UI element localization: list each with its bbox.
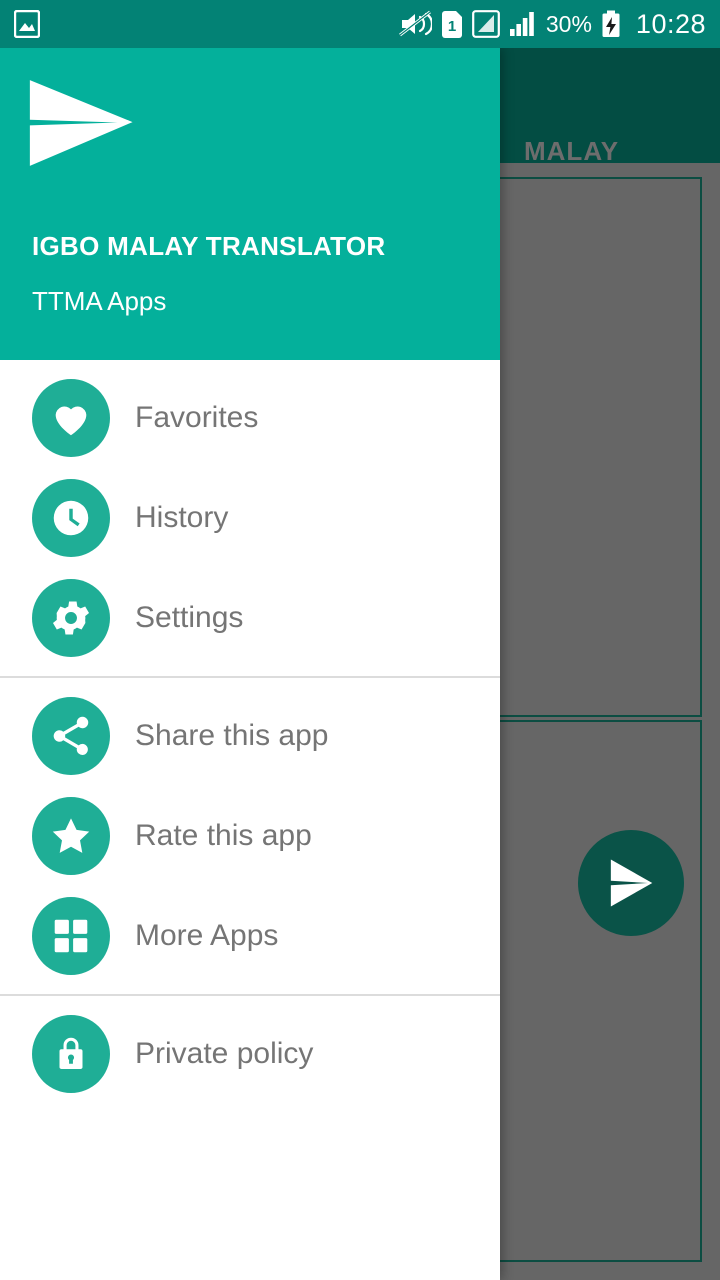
- drawer-item-share-this-app[interactable]: Share this app: [0, 686, 500, 786]
- heart-icon: [32, 379, 110, 457]
- status-bar: 1 30% 10:28: [0, 0, 720, 48]
- drawer-item-settings[interactable]: Settings: [0, 568, 500, 668]
- drawer-item-label: History: [135, 501, 229, 534]
- battery-percent-label: 30%: [545, 10, 592, 37]
- grid-apps-icon: [32, 897, 110, 975]
- drawer-item-label: Rate this app: [135, 819, 312, 852]
- signal-bars-icon: [509, 10, 537, 38]
- image-icon: [14, 10, 40, 38]
- drawer-item-rate-this-app[interactable]: Rate this app: [0, 786, 500, 886]
- translate-fab-button[interactable]: [578, 830, 684, 936]
- send-icon: [610, 859, 653, 907]
- drawer-header: IGBO MALAY TRANSLATOR TTMA Apps: [0, 48, 500, 360]
- drawer-item-label: Share this app: [135, 719, 329, 752]
- drawer-app-title: IGBO MALAY TRANSLATOR: [32, 231, 386, 261]
- svg-text:1: 1: [448, 18, 456, 35]
- share-icon: [32, 697, 110, 775]
- drawer-item-history[interactable]: History: [0, 468, 500, 568]
- drawer-item-private-policy[interactable]: Private policy: [0, 1004, 500, 1104]
- lock-icon: [32, 1015, 110, 1093]
- battery-charging-icon: [601, 10, 621, 38]
- drawer-menu-group-legal: Private policy: [0, 996, 500, 1112]
- navigation-drawer[interactable]: IGBO MALAY TRANSLATOR TTMA Apps Favorite…: [0, 48, 500, 1280]
- gear-icon: [32, 579, 110, 657]
- drawer-menu-group-secondary: Share this app Rate this app More Apps: [0, 678, 500, 994]
- app-screen: MALAY 1 30% 10:28 IGBO MALAY TRANSLATOR …: [0, 0, 720, 1280]
- status-bar-clock: 10:28: [635, 8, 706, 39]
- mute-vibrate-off-icon: [398, 10, 432, 38]
- drawer-item-label: More Apps: [135, 919, 279, 952]
- drawer-item-favorites[interactable]: Favorites: [0, 368, 500, 468]
- sim1-icon: 1: [441, 10, 463, 38]
- status-bar-left: [0, 10, 40, 38]
- star-icon: [32, 797, 110, 875]
- clock-icon: [32, 479, 110, 557]
- signal-sim-icon: [471, 10, 500, 38]
- paper-plane-logo: [29, 80, 133, 166]
- drawer-item-label: Favorites: [135, 401, 259, 434]
- drawer-item-label: Private policy: [135, 1037, 314, 1070]
- drawer-item-label: Settings: [135, 601, 244, 634]
- drawer-app-subtitle: TTMA Apps: [32, 286, 167, 316]
- status-bar-right: 1 30% 10:28: [398, 9, 720, 40]
- drawer-menu-group-primary: Favorites History Settings: [0, 360, 500, 676]
- drawer-item-more-apps[interactable]: More Apps: [0, 886, 500, 986]
